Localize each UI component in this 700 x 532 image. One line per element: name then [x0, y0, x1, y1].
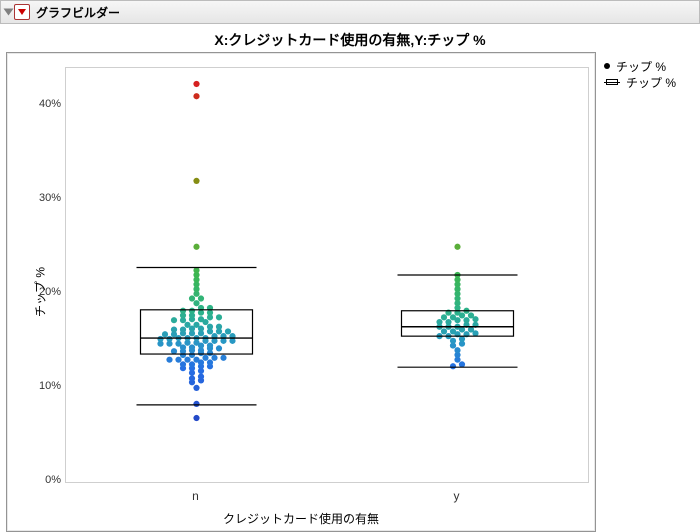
- data-point[interactable]: [202, 355, 208, 361]
- plot-area: [65, 67, 589, 483]
- y-tick-label: 0%: [45, 474, 61, 486]
- data-point[interactable]: [468, 312, 474, 318]
- data-point[interactable]: [193, 300, 199, 306]
- data-point[interactable]: [193, 81, 199, 87]
- data-point[interactable]: [193, 401, 199, 407]
- legend-item-points[interactable]: チップ %: [604, 58, 676, 74]
- data-point[interactable]: [189, 344, 195, 350]
- data-point[interactable]: [171, 348, 177, 354]
- legend-label: チップ %: [616, 58, 666, 75]
- data-point[interactable]: [450, 363, 456, 369]
- data-point[interactable]: [166, 336, 172, 342]
- plot-frame[interactable]: チップ % クレジットカード使用の有無 0%10%20%30%40%ny: [6, 52, 596, 532]
- data-point[interactable]: [171, 326, 177, 332]
- data-point[interactable]: [193, 357, 199, 363]
- x-axis-label: クレジットカード使用の有無: [223, 510, 379, 527]
- data-point[interactable]: [162, 331, 168, 337]
- chart-title: X:クレジットカード使用の有無,Y:チップ %: [0, 30, 700, 50]
- data-point[interactable]: [207, 324, 213, 330]
- data-point[interactable]: [216, 324, 222, 330]
- chart-svg: [66, 68, 588, 482]
- data-point[interactable]: [441, 328, 447, 334]
- legend: チップ % チップ %: [604, 58, 676, 90]
- data-point[interactable]: [175, 357, 181, 363]
- data-point[interactable]: [207, 342, 213, 348]
- data-point[interactable]: [216, 345, 222, 351]
- data-point[interactable]: [198, 316, 204, 322]
- data-point[interactable]: [180, 326, 186, 332]
- data-point[interactable]: [189, 308, 195, 314]
- y-tick-label: 10%: [39, 380, 61, 392]
- x-tick-label: n: [192, 489, 199, 503]
- disclosure-triangle-icon[interactable]: [4, 9, 14, 16]
- data-point[interactable]: [184, 322, 190, 328]
- data-point[interactable]: [171, 317, 177, 323]
- data-point[interactable]: [175, 341, 181, 347]
- data-point[interactable]: [166, 357, 172, 363]
- panel-titlebar[interactable]: グラフビルダー: [0, 0, 700, 24]
- panel-menu-button[interactable]: [14, 4, 30, 20]
- data-point[interactable]: [193, 178, 199, 184]
- y-tick-label: 40%: [39, 98, 61, 110]
- point-glyph-icon: [604, 63, 610, 69]
- data-point[interactable]: [459, 361, 465, 367]
- data-point[interactable]: [193, 415, 199, 421]
- app-window: グラフビルダー X:クレジットカード使用の有無,Y:チップ % チップ % クレ…: [0, 0, 700, 530]
- data-point[interactable]: [193, 322, 199, 328]
- data-point[interactable]: [216, 314, 222, 320]
- legend-label: チップ %: [626, 74, 676, 91]
- legend-item-box[interactable]: チップ %: [604, 74, 676, 90]
- data-point[interactable]: [198, 295, 204, 301]
- data-point[interactable]: [454, 347, 460, 353]
- data-point[interactable]: [157, 336, 163, 342]
- data-point[interactable]: [211, 355, 217, 361]
- y-tick-label: 30%: [39, 192, 61, 204]
- data-point[interactable]: [454, 244, 460, 250]
- data-point[interactable]: [436, 319, 442, 325]
- data-point[interactable]: [189, 361, 195, 367]
- dropdown-arrow-icon: [18, 9, 26, 15]
- data-point[interactable]: [459, 336, 465, 342]
- data-point[interactable]: [441, 314, 447, 320]
- data-point[interactable]: [193, 267, 199, 273]
- data-point[interactable]: [180, 361, 186, 367]
- data-point[interactable]: [225, 328, 231, 334]
- data-point[interactable]: [220, 355, 226, 361]
- data-point[interactable]: [450, 314, 456, 320]
- data-point[interactable]: [445, 319, 451, 325]
- data-point[interactable]: [207, 359, 213, 365]
- data-point[interactable]: [193, 385, 199, 391]
- data-point[interactable]: [450, 338, 456, 344]
- data-point[interactable]: [463, 317, 469, 323]
- data-point[interactable]: [189, 375, 195, 381]
- data-point[interactable]: [198, 374, 204, 380]
- data-point[interactable]: [189, 295, 195, 301]
- data-point[interactable]: [193, 93, 199, 99]
- panel-title: グラフビルダー: [36, 4, 120, 21]
- data-point[interactable]: [193, 244, 199, 250]
- data-point[interactable]: [184, 357, 190, 363]
- x-tick-label: y: [454, 489, 460, 503]
- boxplot-glyph-icon: [604, 77, 620, 87]
- y-tick-label: 20%: [39, 286, 61, 298]
- data-point[interactable]: [450, 328, 456, 334]
- data-point[interactable]: [180, 308, 186, 314]
